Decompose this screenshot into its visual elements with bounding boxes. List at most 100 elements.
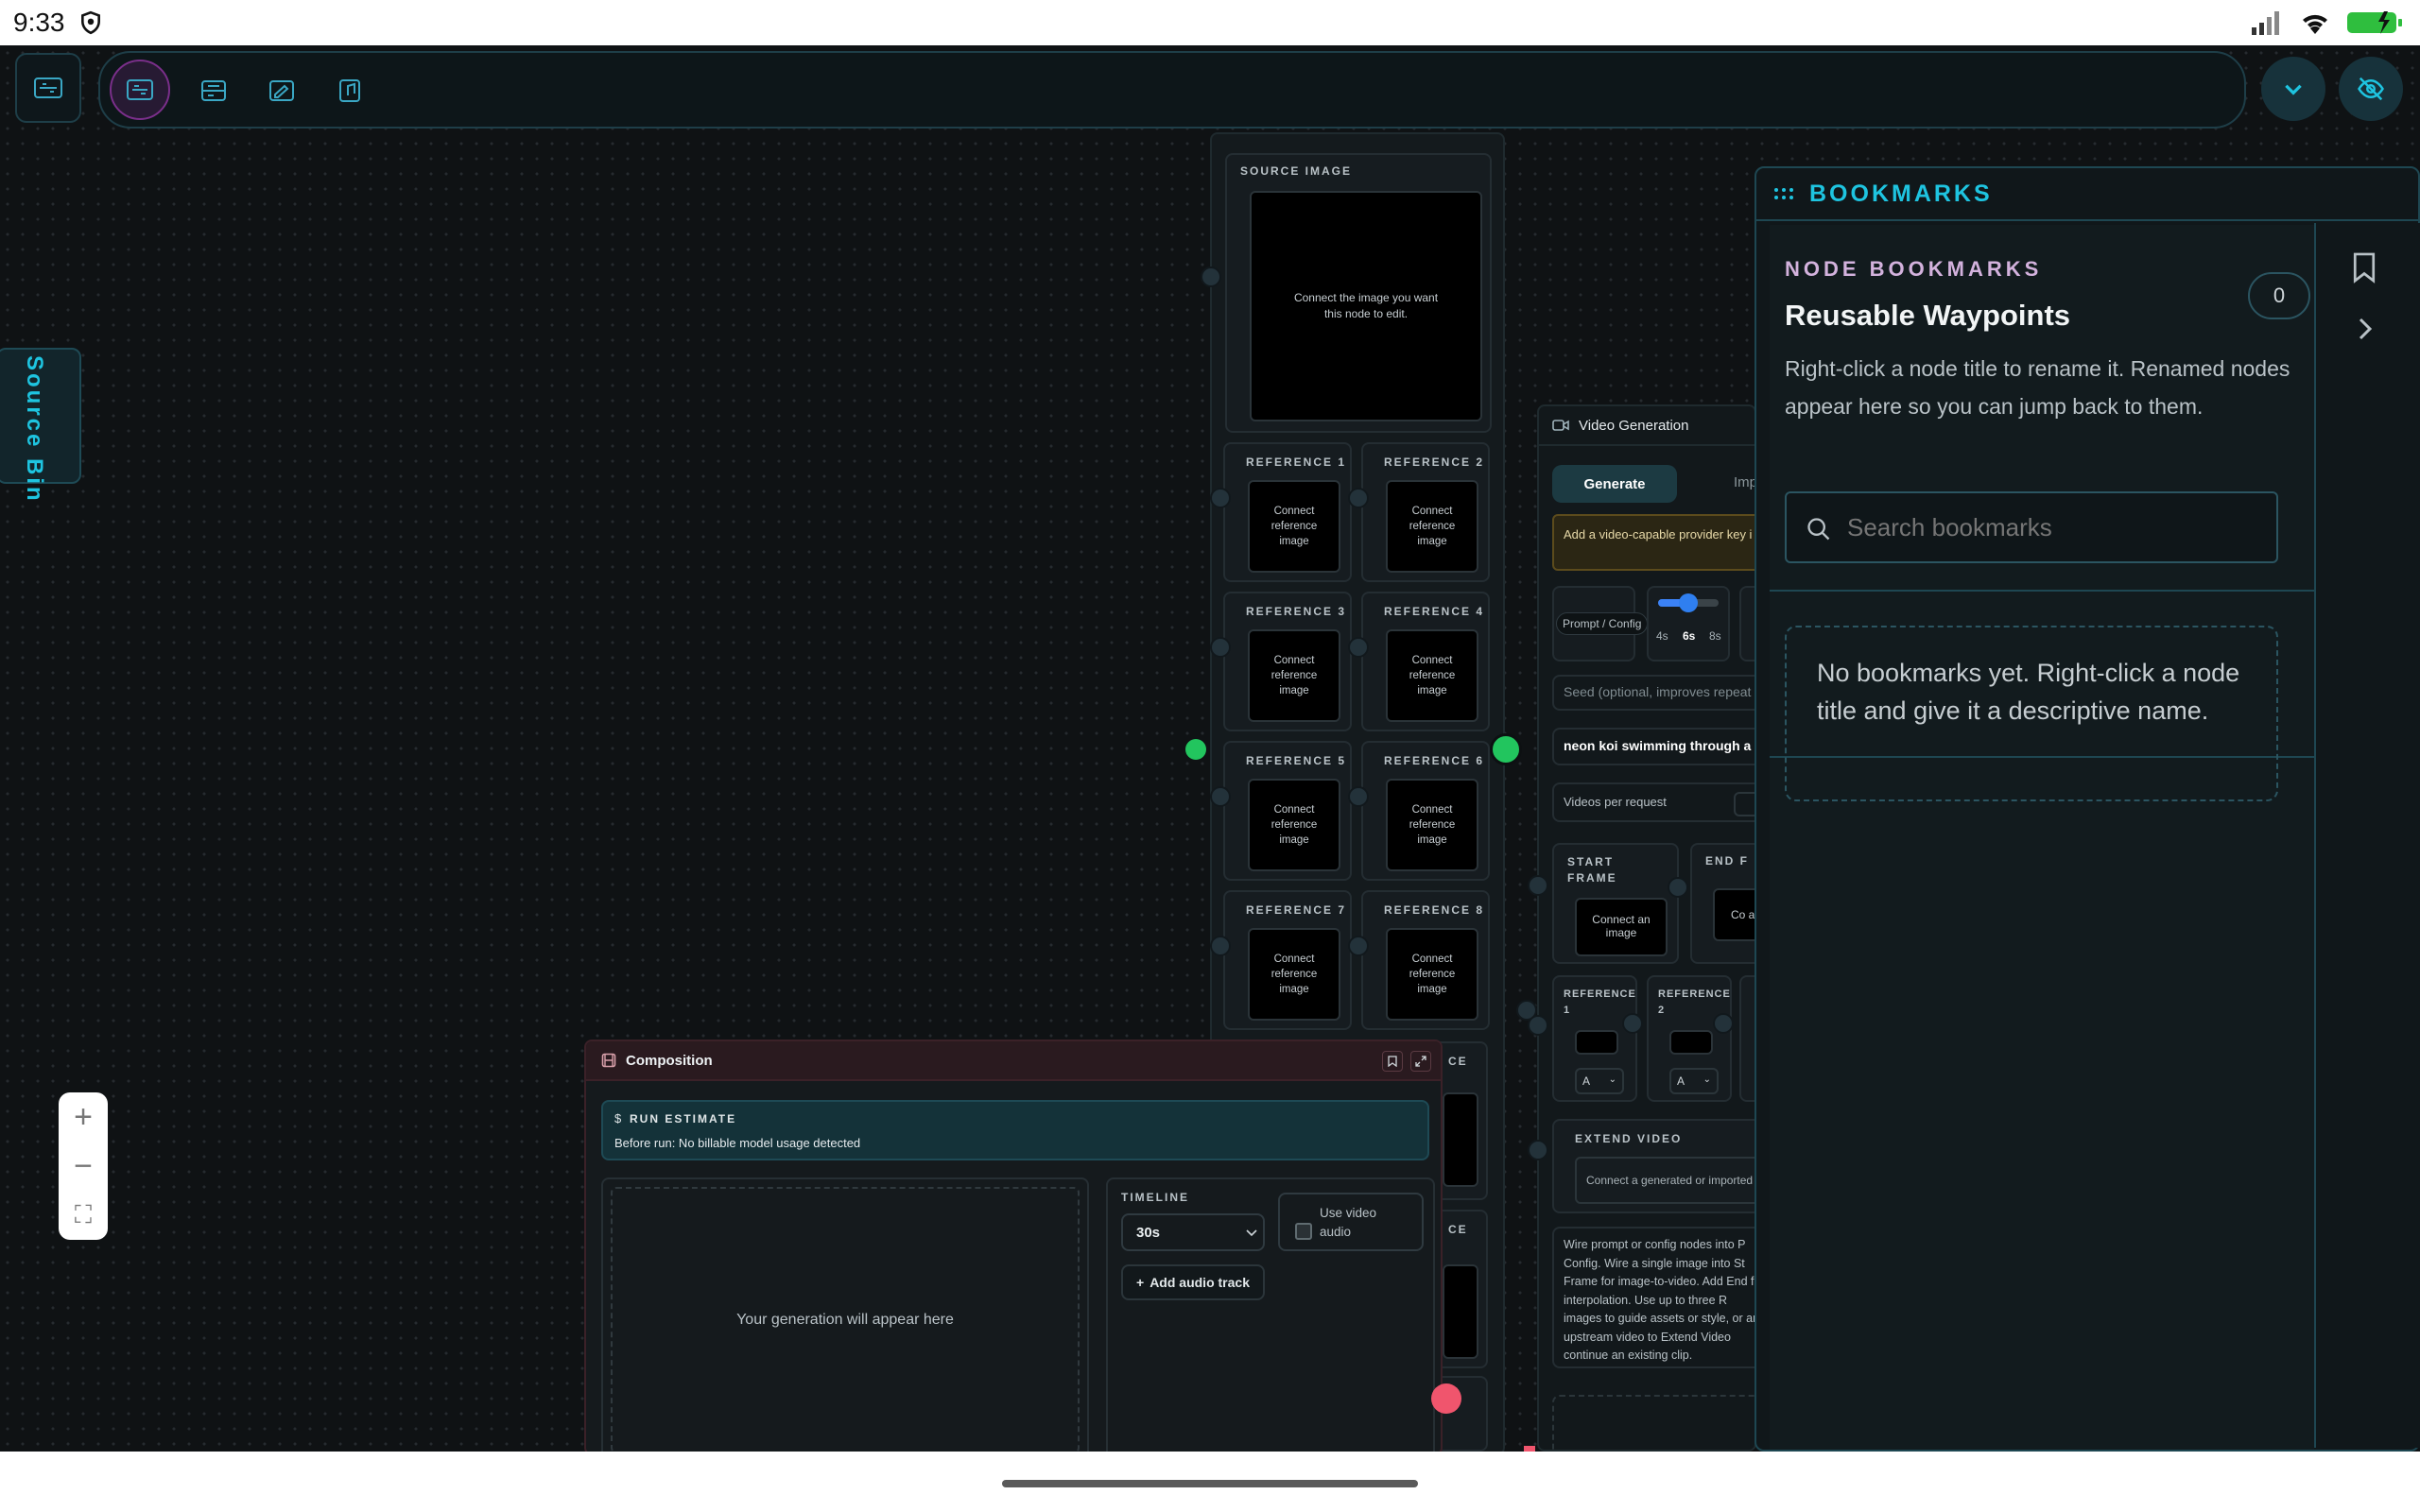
- chevron-right-icon[interactable]: [2356, 316, 2375, 342]
- video-node-header[interactable]: Video Generation: [1539, 406, 1754, 446]
- video-reference-2-select[interactable]: A ⌄: [1669, 1068, 1719, 1094]
- input-port[interactable]: [1348, 936, 1369, 956]
- drag-handle-icon[interactable]: [1773, 187, 1794, 200]
- reference-dropzone[interactable]: Connect reference image: [1386, 480, 1478, 573]
- composition-bookmark-button[interactable]: [1382, 1051, 1403, 1072]
- input-port[interactable]: [1348, 488, 1369, 508]
- toolbar-tool-3[interactable]: [255, 64, 308, 117]
- input-port[interactable]: [1201, 266, 1221, 287]
- timeline-label: TIMELINE: [1121, 1191, 1189, 1204]
- video-reference-1-select-value: A: [1582, 1074, 1591, 1088]
- prompt-config-chip[interactable]: Prompt / Config: [1556, 612, 1649, 635]
- composition-node[interactable]: Composition $ RUN ESTIMATE Before run: N…: [584, 1040, 1443, 1455]
- bookmark-count-badge: 0: [2248, 272, 2310, 319]
- source-image-dropzone[interactable]: Connect the image you want this node to …: [1250, 191, 1482, 421]
- chevron-down-icon: [2285, 84, 2302, 95]
- duration-card: 4s 6s 8s: [1647, 586, 1730, 662]
- fit-view-button[interactable]: ⛶: [59, 1191, 108, 1240]
- output-port[interactable]: [1490, 733, 1522, 765]
- zoom-out-button[interactable]: −: [59, 1142, 108, 1191]
- zoom-in-button[interactable]: +: [59, 1092, 108, 1142]
- toolbar-tool-active[interactable]: [110, 60, 170, 120]
- video-reference-1-dropzone[interactable]: [1575, 1030, 1618, 1055]
- composition-expand-button[interactable]: [1410, 1051, 1431, 1072]
- reference-dropzone[interactable]: Connect reference image: [1248, 629, 1340, 722]
- connected-port[interactable]: [1185, 739, 1206, 760]
- search-bookmarks-input[interactable]: [1847, 510, 2263, 544]
- workspace-menu-button[interactable]: [15, 53, 81, 123]
- end-frame-dropzone[interactable]: Co an: [1713, 888, 1754, 941]
- dollar-icon: $: [614, 1111, 622, 1125]
- use-video-audio-toggle[interactable]: Use video audio: [1278, 1193, 1424, 1251]
- node-graph-icon: [127, 79, 153, 100]
- search-bookmarks-field[interactable]: [1785, 491, 2278, 563]
- toolbar-tool-2[interactable]: [187, 64, 240, 117]
- reference-card: REFERENCE 5 Connect reference image: [1223, 741, 1352, 881]
- reference-dropzone[interactable]: Connect reference image: [1386, 779, 1478, 871]
- hide-ui-button[interactable]: [2339, 57, 2403, 121]
- input-port[interactable]: [1622, 1013, 1643, 1034]
- input-port[interactable]: [1210, 637, 1231, 658]
- tab-import[interactable]: Imp: [1734, 474, 1754, 490]
- reference-dropzone[interactable]: Connect reference image: [1386, 928, 1478, 1021]
- prompt-config-card[interactable]: Prompt / Config: [1552, 586, 1649, 662]
- duration-slider-thumb[interactable]: [1679, 593, 1698, 612]
- composition-output-port[interactable]: [1431, 1383, 1461, 1414]
- input-port[interactable]: [1210, 786, 1231, 807]
- input-port[interactable]: [1528, 1015, 1548, 1036]
- input-port[interactable]: [1210, 488, 1231, 508]
- reference-label: REFERENCE 2: [1384, 455, 1485, 469]
- source-bin-tab[interactable]: Source Bin: [0, 348, 81, 504]
- bookmarks-title: Reusable Waypoints: [1785, 299, 2071, 332]
- reference-card: REFERENCE 8 Connect reference image: [1361, 890, 1490, 1030]
- chevron-down-icon: [1246, 1229, 1257, 1237]
- videos-per-request-input[interactable]: [1734, 792, 1754, 816]
- composition-preview: Your generation will appear here: [611, 1187, 1080, 1453]
- videos-per-request-field[interactable]: Videos per request: [1552, 782, 1754, 822]
- extend-video-card: EXTEND VIDEO Connect a generated or impo…: [1552, 1119, 1754, 1213]
- provider-warning: Add a video-capable provider key i Setti…: [1552, 514, 1754, 571]
- reference-label: REFERENCE 7: [1246, 903, 1347, 917]
- video-node-title: Video Generation: [1579, 417, 1689, 434]
- seed-input[interactable]: Seed (optional, improves repeat: [1552, 675, 1754, 711]
- bookmarks-description: Right-click a node title to rename it. R…: [1785, 356, 2290, 419]
- input-port[interactable]: [1668, 877, 1688, 898]
- input-port[interactable]: [1348, 637, 1369, 658]
- start-frame-dropzone[interactable]: Connect an image: [1575, 898, 1668, 956]
- collapse-toolbar-button[interactable]: [2261, 57, 2325, 121]
- use-video-audio-label: Use video audio: [1320, 1206, 1377, 1239]
- use-video-audio-checkbox[interactable]: [1295, 1223, 1312, 1240]
- reference-dropzone[interactable]: Connect reference image: [1386, 629, 1478, 722]
- timeline-panel: TIMELINE 30s Use video audio + Add audio …: [1106, 1177, 1435, 1453]
- composition-header[interactable]: Composition: [586, 1041, 1441, 1081]
- input-port[interactable]: [1528, 875, 1548, 896]
- prompt-input[interactable]: neon koi swimming through a ra: [1552, 728, 1754, 765]
- timeline-select[interactable]: 30s: [1121, 1213, 1265, 1251]
- reference-label: REFERENCE 5: [1246, 754, 1347, 767]
- video-reference-1-label: REFERENCE 1: [1564, 988, 1636, 1016]
- reference-dropzone-partial[interactable]: [1443, 1264, 1478, 1359]
- extend-video-dropzone[interactable]: Connect a generated or imported: [1575, 1157, 1754, 1204]
- input-port[interactable]: [1528, 1140, 1548, 1160]
- home-indicator[interactable]: [1002, 1480, 1418, 1487]
- input-port[interactable]: [1713, 1013, 1734, 1034]
- video-help-text: Wire prompt or config nodes into P Confi…: [1552, 1227, 1754, 1368]
- reference-dropzone-partial[interactable]: [1443, 1092, 1478, 1187]
- reference-dropzone[interactable]: Connect reference image: [1248, 480, 1340, 573]
- tab-generate[interactable]: Generate: [1552, 465, 1677, 503]
- video-reference-2-card: REFERENCE 2 A ⌄: [1647, 975, 1732, 1102]
- reference-dropzone[interactable]: Connect reference image: [1248, 779, 1340, 871]
- reference-label: REFERENCE 3: [1246, 605, 1347, 618]
- input-port[interactable]: [1348, 786, 1369, 807]
- input-port[interactable]: [1210, 936, 1231, 956]
- bookmarks-header[interactable]: BOOKMARKS: [1756, 168, 2418, 221]
- video-generation-node[interactable]: Video Generation Generate Imp Add a vide…: [1537, 404, 1756, 1452]
- toolbar-tool-4[interactable]: [323, 64, 376, 117]
- video-reference-1-select[interactable]: A ⌄: [1575, 1068, 1624, 1094]
- video-reference-2-dropzone[interactable]: [1669, 1030, 1713, 1055]
- add-audio-track-button[interactable]: + Add audio track: [1121, 1264, 1265, 1300]
- reference-dropzone[interactable]: Connect reference image: [1248, 928, 1340, 1021]
- bookmarks-content: NODE BOOKMARKS Reusable Waypoints 0 Righ…: [1770, 225, 2314, 1450]
- run-estimate-text: Before run: No billable model usage dete…: [614, 1136, 861, 1150]
- bookmark-icon[interactable]: [2352, 251, 2377, 284]
